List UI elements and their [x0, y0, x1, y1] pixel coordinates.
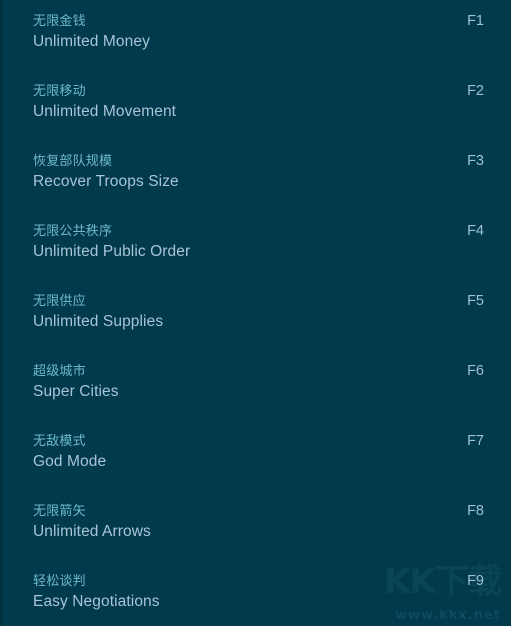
- cheat-hotkey[interactable]: F6: [467, 362, 484, 380]
- cheat-name-cn: 轻松谈判: [33, 573, 86, 588]
- cheat-option-list: 无限金钱 Unlimited Money F1 无限移动 Unlimited M…: [0, 0, 511, 626]
- cheat-name-cn: 恢复部队规模: [33, 153, 113, 168]
- cheat-hotkey[interactable]: F8: [467, 502, 484, 520]
- cheat-name-cn: 无限公共秩序: [33, 223, 113, 238]
- cheat-name-en: Easy Negotiations: [33, 593, 160, 610]
- cheat-labels: 无限箭矢 Unlimited Arrows: [33, 502, 151, 542]
- cheat-labels: 无限移动 Unlimited Movement: [33, 82, 176, 122]
- cheat-name-cn: 无限箭矢: [33, 503, 86, 518]
- cheat-row-f3[interactable]: 恢复部队规模 Recover Troops Size F3: [33, 152, 484, 204]
- cheat-name-en: Recover Troops Size: [33, 173, 179, 190]
- cheat-name-en: Unlimited Arrows: [33, 523, 151, 540]
- cheat-labels: 恢复部队规模 Recover Troops Size: [33, 152, 179, 192]
- cheat-name-en: God Mode: [33, 453, 107, 470]
- cheat-labels: 轻松谈判 Easy Negotiations: [33, 572, 160, 612]
- cheat-name-en: Unlimited Supplies: [33, 313, 164, 330]
- cheat-name-cn: 无限供应: [33, 293, 86, 308]
- cheat-labels: 无限公共秩序 Unlimited Public Order: [33, 222, 190, 262]
- cheat-name-cn: 超级城市: [33, 363, 86, 378]
- cheat-name-en: Unlimited Public Order: [33, 243, 191, 260]
- cheat-hotkey[interactable]: F4: [467, 222, 484, 240]
- cheat-name-cn: 无敌模式: [33, 433, 86, 448]
- cheat-labels: 超级城市 Super Cities: [33, 362, 119, 402]
- cheat-name-cn: 无限金钱: [33, 13, 86, 28]
- cheat-row-f9[interactable]: 轻松谈判 Easy Negotiations F9: [33, 572, 484, 624]
- cheat-row-f1[interactable]: 无限金钱 Unlimited Money F1: [33, 12, 484, 64]
- cheat-labels: 无敌模式 God Mode: [33, 432, 106, 472]
- cheat-row-f7[interactable]: 无敌模式 God Mode F7: [33, 432, 484, 484]
- cheat-name-cn: 无限移动: [33, 83, 86, 98]
- cheat-row-f8[interactable]: 无限箭矢 Unlimited Arrows F8: [33, 502, 484, 554]
- cheat-labels: 无限供应 Unlimited Supplies: [33, 292, 163, 332]
- cheat-row-f4[interactable]: 无限公共秩序 Unlimited Public Order F4: [33, 222, 484, 274]
- cheat-hotkey[interactable]: F2: [467, 82, 484, 100]
- cheat-hotkey[interactable]: F5: [467, 292, 484, 310]
- cheat-hotkey[interactable]: F3: [467, 152, 484, 170]
- cheat-name-en: Unlimited Money: [33, 33, 150, 50]
- cheat-row-f5[interactable]: 无限供应 Unlimited Supplies F5: [33, 292, 484, 344]
- cheat-labels: 无限金钱 Unlimited Money: [33, 12, 150, 52]
- cheat-row-f2[interactable]: 无限移动 Unlimited Movement F2: [33, 82, 484, 134]
- cheat-row-f6[interactable]: 超级城市 Super Cities F6: [33, 362, 484, 414]
- cheat-name-en: Super Cities: [33, 383, 119, 400]
- cheat-hotkey[interactable]: F1: [467, 12, 484, 30]
- cheat-hotkey[interactable]: F7: [467, 432, 484, 450]
- cheat-hotkey[interactable]: F9: [467, 572, 484, 590]
- cheat-name-en: Unlimited Movement: [33, 103, 177, 120]
